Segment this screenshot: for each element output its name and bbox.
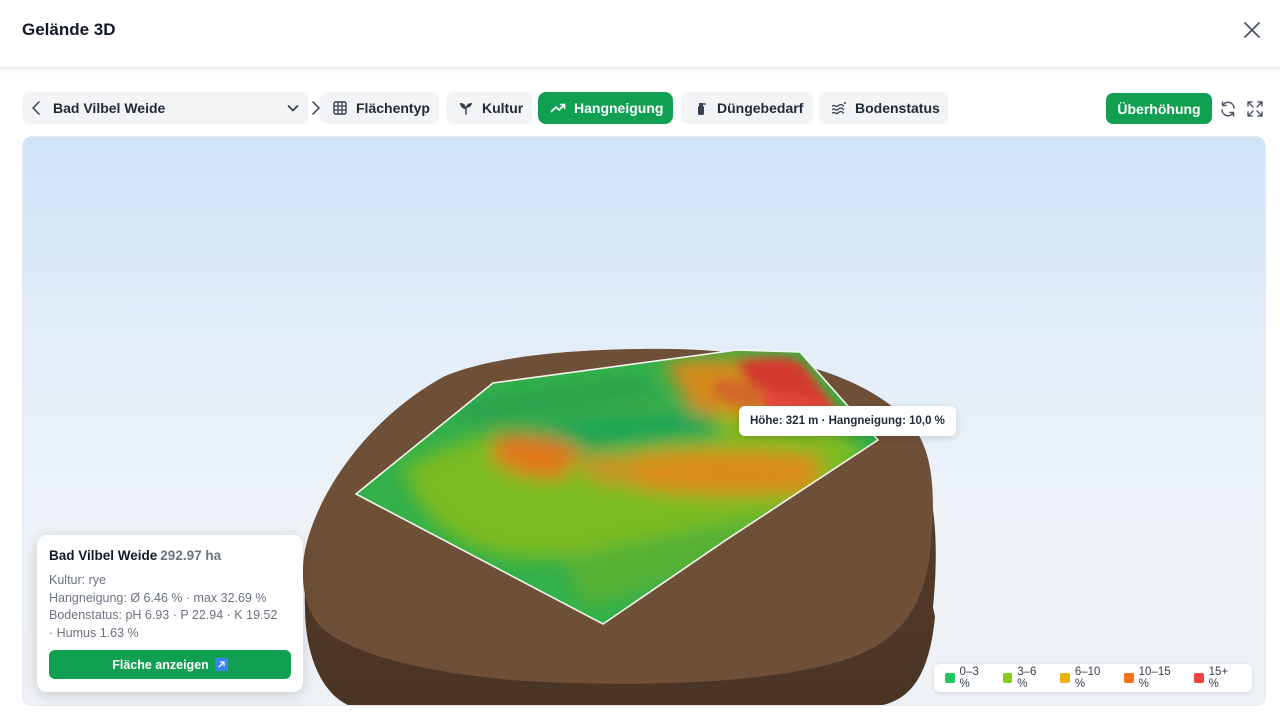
toolbar: Bad Vilbel Weide Flächentyp Kultur Hangn… [0,92,1280,124]
legend-swatch [1002,673,1013,683]
legend-item: 15+ % [1194,666,1240,690]
legend-item: 0–3 % [945,666,991,690]
tab-label: Bodenstatus [855,100,940,116]
terrain-tooltip: Höhe: 321 m · Hangneigung: 10,0 % [739,406,956,436]
info-humus: · Humus 1.63 % [49,625,139,640]
legend-item: 10–15 % [1124,666,1182,690]
sprout-icon [460,103,472,115]
legend-label: 6–10 % [1074,666,1101,690]
tab-flaechentyp[interactable]: Flächentyp [320,92,439,124]
field-info-card: Bad Vilbel Weide 292.97 ha Kultur: rye Ha… [37,535,303,692]
dialog-title: Gelände 3D [22,20,116,39]
field-name: Bad Vilbel Weide [49,548,158,563]
tab-kultur[interactable]: Kultur [446,92,532,124]
field-select-value[interactable]: Bad Vilbel Weide [53,100,165,116]
trend-up-icon [550,103,566,113]
show-field-label: Fläche anzeigen [112,657,209,672]
legend-label: 3–6 % [1017,666,1037,690]
external-link-icon [214,658,228,671]
spray-bottle-icon [698,103,706,115]
legend-label: 15+ % [1208,666,1229,690]
tab-label: Flächentyp [356,100,430,116]
info-culture: Kultur: rye [49,573,106,587]
soil-waves-icon [831,102,846,115]
legend-label: 0–3 % [959,666,979,690]
legend-swatch [1194,673,1204,683]
legend-item: 3–6 % [1002,666,1049,690]
field-selector: Bad Vilbel Weide [22,92,320,124]
slope-legend: 0–3 % 3–6 % 6–10 % 10–15 % 15+ % [934,664,1252,692]
tab-hangneigung[interactable]: Hangneigung [538,92,673,124]
info-soil: Bodenstatus: pH 6.93 · P 22.94 · K 19.52 [49,608,278,622]
chevron-left-icon[interactable] [28,99,46,117]
info-slope: Hangneigung: Ø 6.46 % · max 32.69 % [49,590,267,605]
info-details: Kultur: rye Hangneigung: Ø 6.46 % · max … [49,572,291,642]
legend-swatch [945,673,955,683]
show-field-button[interactable]: Fläche anzeigen [49,650,291,679]
grid-icon [333,101,347,115]
dialog-header: Gelände 3D [0,0,1280,68]
field-area: 292.97 ha [160,548,222,563]
legend-item: 6–10 % [1060,666,1112,690]
legend-label: 10–15 % [1138,666,1171,690]
legend-swatch [1060,673,1070,683]
tab-label: Hangneigung [574,100,664,116]
tab-bodenstatus[interactable]: Bodenstatus [819,92,948,124]
fullscreen-icon[interactable] [1246,100,1264,118]
close-icon[interactable] [1240,18,1264,42]
tab-duengebedarf[interactable]: Düngebedarf [681,92,813,124]
tab-label: Kultur [482,100,524,116]
tab-label: Düngebedarf [717,100,804,116]
chevron-down-icon[interactable] [285,100,301,116]
refresh-icon[interactable] [1219,100,1237,118]
info-title: Bad Vilbel Weide 292.97 ha [49,548,291,563]
exaggeration-button[interactable]: Überhöhung [1106,93,1212,124]
legend-swatch [1124,673,1134,683]
